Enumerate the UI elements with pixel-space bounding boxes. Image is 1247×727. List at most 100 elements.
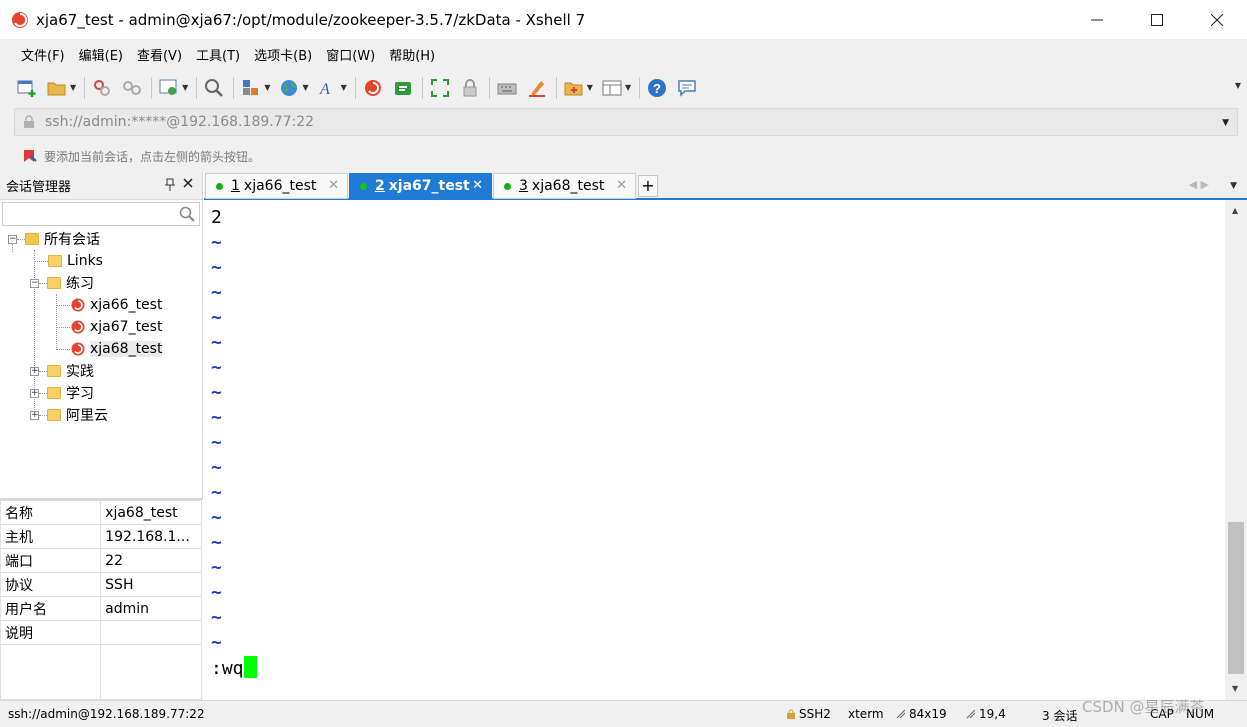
- menu-file[interactable]: 文件(F): [14, 45, 72, 64]
- expand-icon[interactable]: +: [30, 410, 39, 420]
- vim-empty-line-tilde: ~: [211, 457, 222, 478]
- window-title: xja67_test - admin@xja67:/opt/module/zoo…: [36, 10, 586, 29]
- menu-tools[interactable]: 工具(T): [189, 45, 247, 64]
- toolbar-overflow-icon[interactable]: ▼: [1235, 81, 1241, 90]
- toolbar-separator: [488, 76, 490, 99]
- font-dropdown-icon[interactable]: ▼: [341, 83, 347, 92]
- maximize-button[interactable]: [1127, 0, 1187, 39]
- tree-item-session[interactable]: xja66_test: [0, 294, 202, 316]
- chat-button[interactable]: [676, 77, 698, 99]
- properties-dropdown-icon[interactable]: ▼: [182, 83, 188, 92]
- folder-icon: [47, 409, 61, 421]
- globe-dropdown-icon[interactable]: ▼: [302, 83, 308, 92]
- pin-icon[interactable]: [164, 178, 176, 192]
- tab-session-3[interactable]: 3 xja68_test ✕: [493, 173, 636, 199]
- open-dropdown-icon[interactable]: ▼: [70, 83, 76, 92]
- layout-dropdown-icon[interactable]: ▼: [625, 83, 631, 92]
- lock-icon: [24, 115, 34, 128]
- transfer-button[interactable]: [240, 77, 262, 99]
- connected-status-icon: [360, 182, 367, 190]
- status-protocol-text: SSH2: [799, 707, 831, 721]
- scroll-up-icon[interactable]: ▲: [1232, 206, 1238, 215]
- vim-empty-line-tilde: ~: [211, 557, 222, 578]
- toolbar-separator: [84, 76, 86, 99]
- layout-button[interactable]: [601, 77, 623, 99]
- highlight-button[interactable]: [526, 77, 548, 99]
- vim-command: :wq: [211, 658, 244, 679]
- folder-dropdown-icon[interactable]: ▼: [587, 83, 593, 92]
- property-key: 协议: [0, 572, 102, 597]
- terminal-area[interactable]: 2 ~ ~ ~ ~ ~ ~ ~ ~ ~ ~ ~ ~ ~ ~ ~ ~ ~ :wq: [204, 200, 1225, 700]
- tab-session-1[interactable]: 1 xja66_test ✕: [205, 173, 348, 199]
- menu-tabs[interactable]: 选项卡(B): [247, 45, 319, 64]
- lock-icon: [463, 78, 477, 96]
- tab-number: 3: [519, 178, 528, 194]
- font-button[interactable]: A: [317, 77, 339, 99]
- tree-item-session[interactable]: xja67_test: [0, 316, 202, 338]
- folder-open-icon: [47, 82, 66, 95]
- tab-scroll-arrows-icon[interactable]: ◀ ▶: [1189, 178, 1209, 191]
- tab-close-icon[interactable]: ✕: [616, 178, 627, 193]
- keyboard-button[interactable]: [496, 77, 518, 99]
- table-row: 名称 xja68_test: [0, 500, 202, 525]
- new-session-button[interactable]: [16, 77, 38, 99]
- tree-item-study[interactable]: + 学习: [0, 382, 202, 404]
- expand-icon[interactable]: +: [30, 366, 39, 376]
- open-session-button[interactable]: [46, 77, 68, 99]
- transfer-dropdown-icon[interactable]: ▼: [264, 83, 270, 92]
- tree-item-session-selected[interactable]: xja68_test: [0, 338, 202, 360]
- tab-close-icon[interactable]: ✕: [472, 178, 483, 193]
- tree-item-label: 实践: [66, 364, 94, 380]
- vim-empty-line-tilde: ~: [211, 432, 222, 453]
- collapse-icon[interactable]: −: [8, 234, 17, 244]
- xshell-session-icon: [71, 342, 85, 356]
- vim-empty-line-tilde: ~: [211, 282, 222, 303]
- hint-bar: 要添加当前会话，点击左侧的箭头按钮。: [0, 140, 1247, 172]
- tree-item-aliyun[interactable]: + 阿里云: [0, 404, 202, 426]
- xftp-button[interactable]: [392, 77, 414, 99]
- address-field[interactable]: ssh://admin:*****@192.168.189.77:22 ▼: [14, 108, 1238, 136]
- bookmark-arrow-icon[interactable]: [22, 148, 38, 164]
- address-dropdown-icon[interactable]: ▼: [1222, 118, 1229, 128]
- minimize-icon: [1091, 19, 1103, 20]
- close-icon[interactable]: [182, 177, 194, 189]
- tab-menu-icon[interactable]: ▼: [1230, 181, 1237, 191]
- minimize-button[interactable]: [1067, 0, 1127, 39]
- globe-button[interactable]: [278, 77, 300, 99]
- expand-icon[interactable]: +: [30, 388, 39, 398]
- find-button[interactable]: [203, 77, 225, 99]
- vim-empty-line-tilde: ~: [211, 307, 222, 328]
- tree-item-all-sessions[interactable]: − 所有会话: [0, 228, 202, 250]
- menu-window[interactable]: 窗口(W): [319, 45, 382, 64]
- tree-item-links[interactable]: Links: [0, 250, 202, 272]
- session-properties-panel: 名称 xja68_test 主机 192.168.1... 端口 22 协议 SSH 用…: [0, 498, 203, 700]
- collapse-icon[interactable]: −: [30, 278, 39, 288]
- fullscreen-button[interactable]: [429, 77, 451, 99]
- tab-close-icon[interactable]: ✕: [328, 178, 339, 193]
- folder-icon: [47, 277, 61, 289]
- lock-button[interactable]: [459, 77, 481, 99]
- scrollbar-thumb[interactable]: [1228, 522, 1244, 674]
- menu-edit[interactable]: 编辑(E): [72, 45, 130, 64]
- terminal-cursor: [243, 656, 257, 678]
- close-window-button[interactable]: [1187, 0, 1247, 39]
- tree-item-practice[interactable]: − 练习: [0, 272, 202, 294]
- reconnect-button[interactable]: [91, 77, 113, 99]
- properties-button[interactable]: [158, 77, 180, 99]
- session-manager-title: 会话管理器: [6, 180, 72, 195]
- xshell-button[interactable]: [362, 77, 384, 99]
- help-button[interactable]: ?: [646, 77, 668, 99]
- add-folder-button[interactable]: [563, 77, 585, 99]
- menu-view[interactable]: 查看(V): [130, 45, 189, 64]
- add-tab-button[interactable]: +: [638, 175, 658, 197]
- resize-icon: [896, 709, 906, 719]
- folder-add-icon: [564, 82, 583, 95]
- session-search-input[interactable]: [2, 202, 200, 226]
- menu-help[interactable]: 帮助(H): [382, 45, 442, 64]
- tab-session-2[interactable]: 2 xja67_test ✕: [349, 173, 492, 199]
- help-icon: ?: [648, 78, 667, 97]
- disconnect-button[interactable]: [121, 77, 143, 99]
- terminal-scrollbar[interactable]: ▲ ▼: [1225, 200, 1247, 700]
- tree-item-practice2[interactable]: + 实践: [0, 360, 202, 382]
- scroll-down-icon[interactable]: ▼: [1232, 684, 1238, 693]
